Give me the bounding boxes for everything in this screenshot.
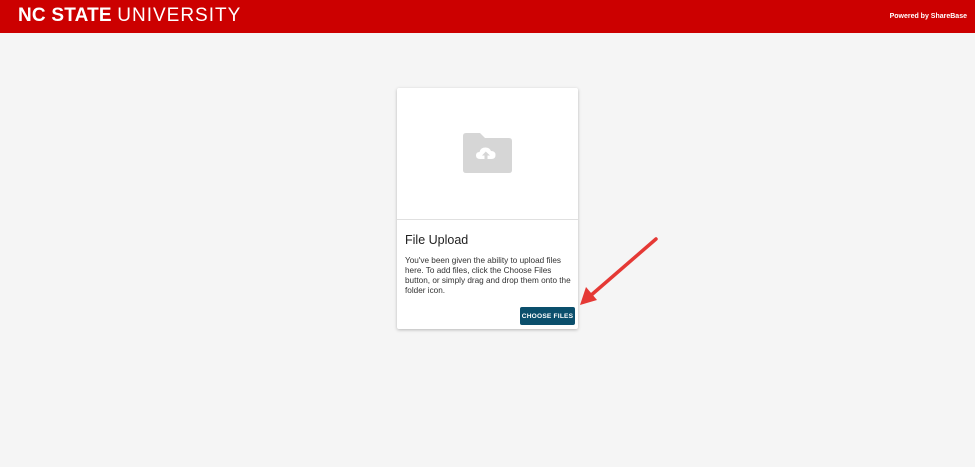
card-title: File Upload [405,233,469,247]
ncsu-logo[interactable]: NC STATE UNIVERSITY [18,6,241,26]
file-upload-card: File Upload You've been given the abilit… [397,88,578,329]
folder-upload-icon[interactable] [461,132,514,174]
drop-zone[interactable] [397,88,578,220]
logo-light-text: UNIVERSITY [117,5,242,26]
powered-by-text: Powered by ShareBase [889,13,967,20]
logo-bold-text: NC STATE [18,5,112,26]
top-header-bar: NC STATE UNIVERSITY Powered by ShareBase [0,0,975,33]
card-description: You've been given the ability to upload … [405,256,571,295]
choose-files-button[interactable]: CHOOSE FILES [520,307,575,325]
